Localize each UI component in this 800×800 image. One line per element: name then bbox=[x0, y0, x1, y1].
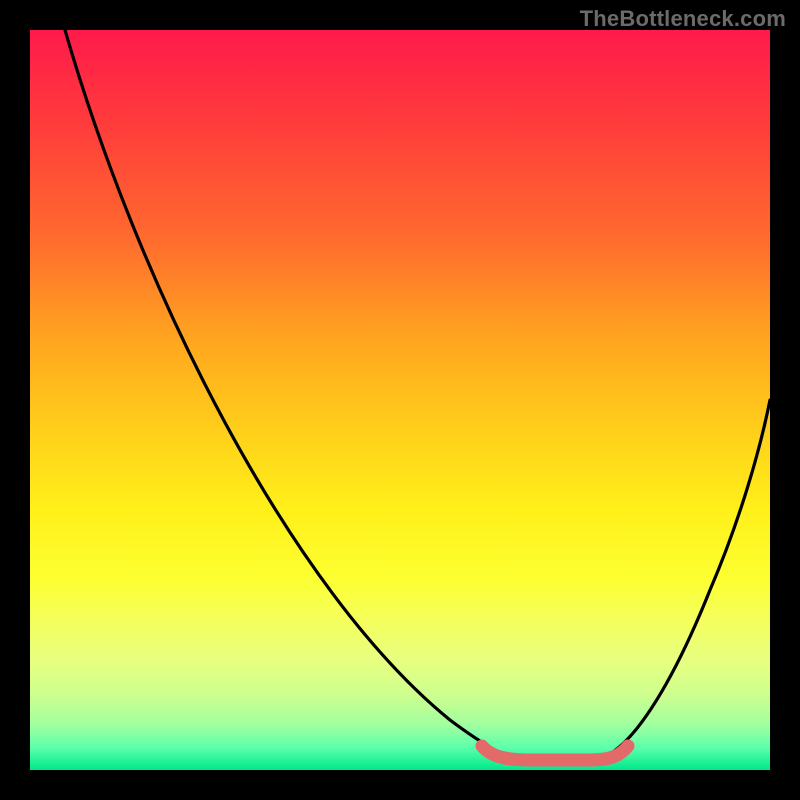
watermark-text: TheBottleneck.com bbox=[580, 6, 786, 32]
valley-highlight bbox=[482, 746, 628, 760]
chart-frame: TheBottleneck.com bbox=[0, 0, 800, 800]
gradient-plot-area bbox=[30, 30, 770, 770]
curve-right bbox=[600, 400, 770, 758]
bottleneck-curve-svg bbox=[30, 30, 770, 770]
curve-left bbox=[65, 30, 514, 758]
